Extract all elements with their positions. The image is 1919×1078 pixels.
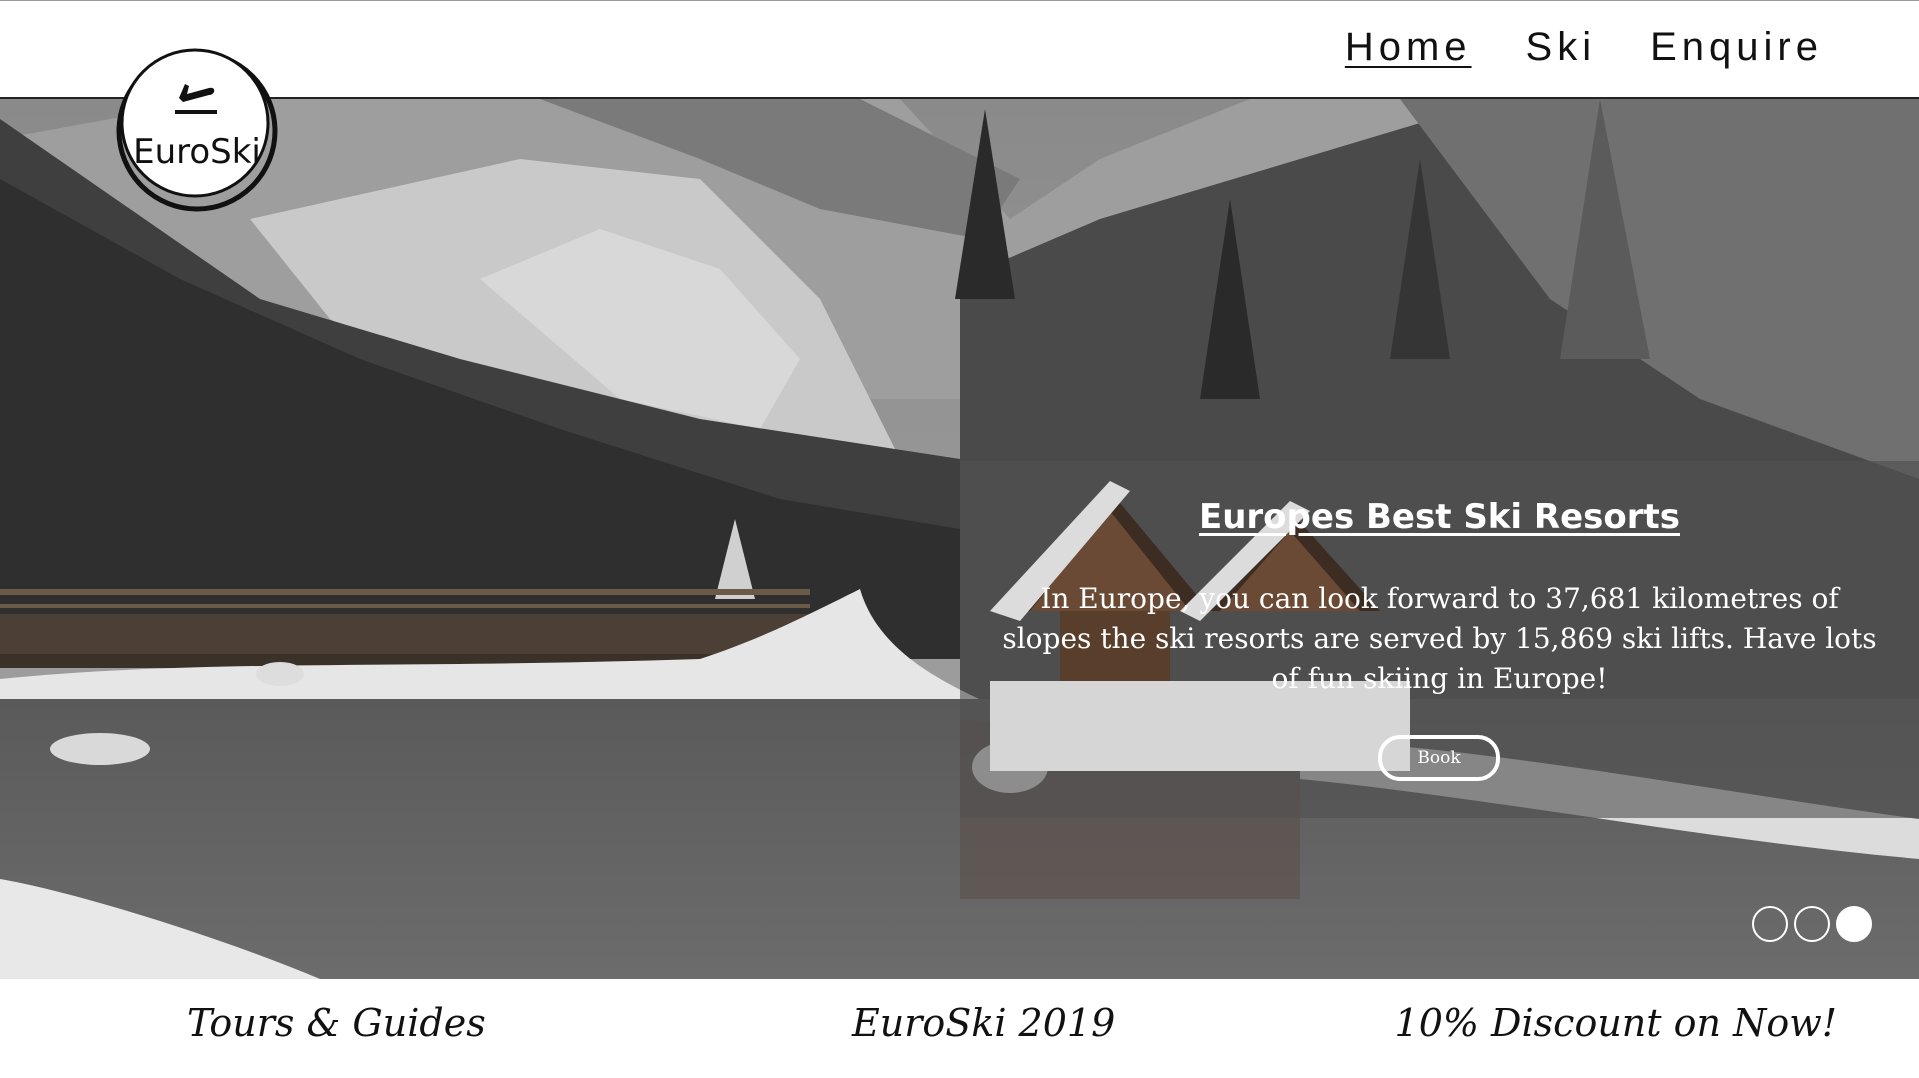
promo-text: In Europe, you can look forward to 37,68… [1002, 582, 1877, 695]
nav-home-link[interactable]: Home [1345, 25, 1472, 70]
nav-ski-link[interactable]: Ski [1526, 25, 1597, 70]
airplane-departure-icon [175, 84, 217, 114]
logo-text: EuroSki [133, 132, 261, 172]
book-button[interactable]: Book [1378, 735, 1500, 781]
promo-panel: Europes Best Ski Resorts In Europe, you … [960, 461, 1919, 818]
slide-dot-2[interactable] [1794, 906, 1830, 942]
slider-dots [1752, 906, 1872, 942]
nav-enquire-link[interactable]: Enquire [1650, 25, 1823, 70]
slide-dot-1[interactable] [1752, 906, 1788, 942]
promo-title: Europes Best Ski Resorts [1198, 497, 1680, 537]
main-nav: Home Ski Enquire [1345, 25, 1823, 70]
footer-copyright: EuroSki 2019 [852, 1001, 1116, 1045]
footer-discount-link[interactable]: 10% Discount on Now! [1395, 1001, 1837, 1045]
site-logo[interactable]: EuroSki [99, 48, 295, 214]
footer-tours-link[interactable]: Tours & Guides [187, 1001, 486, 1045]
slide-dot-3[interactable] [1836, 906, 1872, 942]
site-footer: Tours & Guides EuroSki 2019 10% Discount… [0, 979, 1919, 1078]
hero-slider: Europes Best Ski Resorts In Europe, you … [0, 99, 1919, 979]
